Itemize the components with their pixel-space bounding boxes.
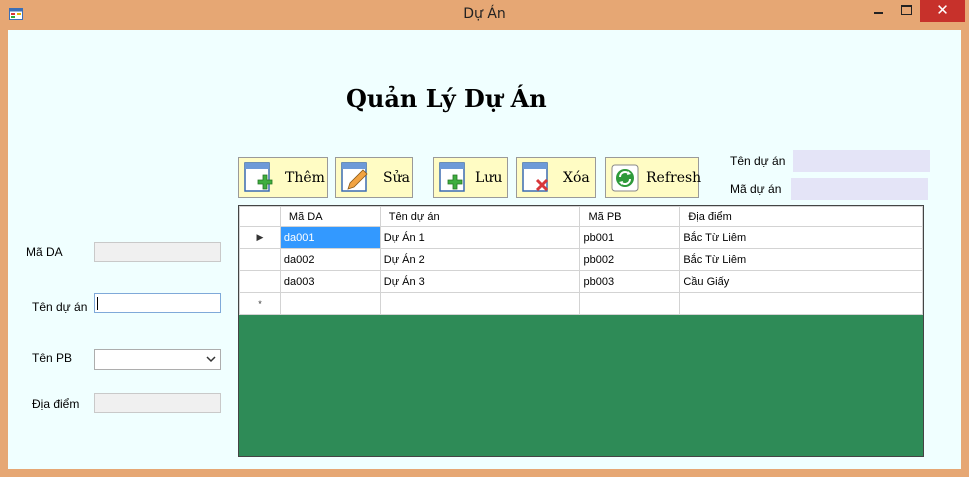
table-cell[interactable]: Dự Án 2 [379, 248, 581, 271]
maximize-button[interactable] [893, 0, 920, 22]
data-grid[interactable]: Mã DA Tên dự án Mã PB Địa điểm ▶ da001 D… [238, 205, 924, 457]
column-header[interactable]: Tên dự án [379, 206, 581, 227]
minimize-icon [874, 12, 883, 14]
header-row: Mã DA Tên dự án Mã PB Địa điểm [239, 206, 923, 227]
new-row[interactable]: * [239, 292, 923, 315]
column-header[interactable]: Địa điểm [679, 206, 923, 227]
ma-da-field[interactable] [94, 242, 221, 262]
table-cell[interactable]: Cầu Giấy [679, 270, 923, 293]
current-row-icon[interactable]: ▶ [239, 226, 281, 249]
row-header-corner [239, 206, 281, 227]
add-icon [244, 162, 273, 192]
ten-du-an-field[interactable] [94, 293, 221, 313]
table-cell[interactable]: Bắc Từ Liêm [679, 226, 923, 249]
search-ten-du-an-label: Tên dự án [730, 154, 786, 168]
search-ma-du-an-field[interactable] [791, 178, 928, 200]
dia-diem-label: Địa điểm [32, 397, 80, 411]
text-cursor [97, 297, 98, 310]
sua-label: Sửa [383, 170, 410, 186]
edit-icon [341, 162, 368, 192]
page-title: Quản Lý Dự Án [346, 84, 547, 113]
table-cell[interactable]: Bắc Từ Liêm [679, 248, 923, 271]
table-row[interactable]: ▶ da001 Dự Án 1 pb001 Bắc Từ Liêm [239, 226, 923, 249]
maximize-icon [901, 5, 912, 15]
table-cell[interactable] [379, 292, 581, 315]
table-row[interactable]: da003 Dự Án 3 pb003 Cầu Giấy [239, 270, 923, 293]
column-header[interactable]: Mã PB [579, 206, 681, 227]
refresh-icon [611, 164, 639, 192]
xoa-label: Xóa [563, 170, 590, 186]
table-cell[interactable]: da003 [279, 270, 381, 293]
column-header[interactable]: Mã DA [279, 206, 381, 227]
them-label: Thêm [285, 170, 325, 186]
data-table: Mã DA Tên dự án Mã PB Địa điểm ▶ da001 D… [239, 206, 923, 315]
table-cell[interactable]: pb002 [579, 248, 681, 271]
table-cell[interactable]: pb003 [579, 270, 681, 293]
chevron-down-icon [206, 356, 216, 363]
form-client-area: Quản Lý Dự Án Mã DA Tên dự án Tên PB Địa… [8, 30, 961, 469]
ten-du-an-label: Tên dự án [32, 300, 88, 314]
refresh-button[interactable]: Refresh [605, 157, 702, 198]
table-cell[interactable] [279, 292, 381, 315]
ten-pb-label: Tên PB [32, 351, 73, 365]
row-header[interactable] [239, 270, 281, 293]
search-ten-du-an-field[interactable] [793, 150, 930, 172]
title-bar: Dự Án ✕ [0, 0, 969, 30]
table-cell[interactable]: da002 [279, 248, 381, 271]
ten-pb-dropdown[interactable] [94, 349, 221, 370]
xoa-button[interactable]: Xóa [516, 157, 596, 198]
them-button[interactable]: Thêm [238, 157, 328, 198]
ma-da-label: Mã DA [26, 245, 63, 259]
minimize-button[interactable] [864, 0, 894, 22]
table-cell[interactable] [579, 292, 681, 315]
table-cell[interactable]: pb001 [579, 226, 681, 249]
table-cell[interactable]: Dự Án 1 [379, 226, 581, 249]
sua-button[interactable]: Sửa [335, 157, 413, 198]
table-cell[interactable]: da001 [279, 226, 381, 249]
delete-icon [522, 162, 549, 192]
window-title: Dự Án [463, 6, 506, 22]
save-icon [439, 162, 465, 192]
row-header[interactable] [239, 248, 281, 271]
luu-button[interactable]: Lưu [433, 157, 508, 198]
table-cell[interactable] [679, 292, 923, 315]
search-ma-du-an-label: Mã dự án [730, 182, 782, 196]
dia-diem-field[interactable] [94, 393, 221, 413]
new-row-icon[interactable]: * [239, 292, 281, 315]
luu-label: Lưu [475, 170, 503, 186]
table-row[interactable]: da002 Dự Án 2 pb002 Bắc Từ Liêm [239, 248, 923, 271]
refresh-label: Refresh [646, 170, 702, 186]
close-button[interactable]: ✕ [920, 0, 965, 22]
table-cell[interactable]: Dự Án 3 [379, 270, 581, 293]
